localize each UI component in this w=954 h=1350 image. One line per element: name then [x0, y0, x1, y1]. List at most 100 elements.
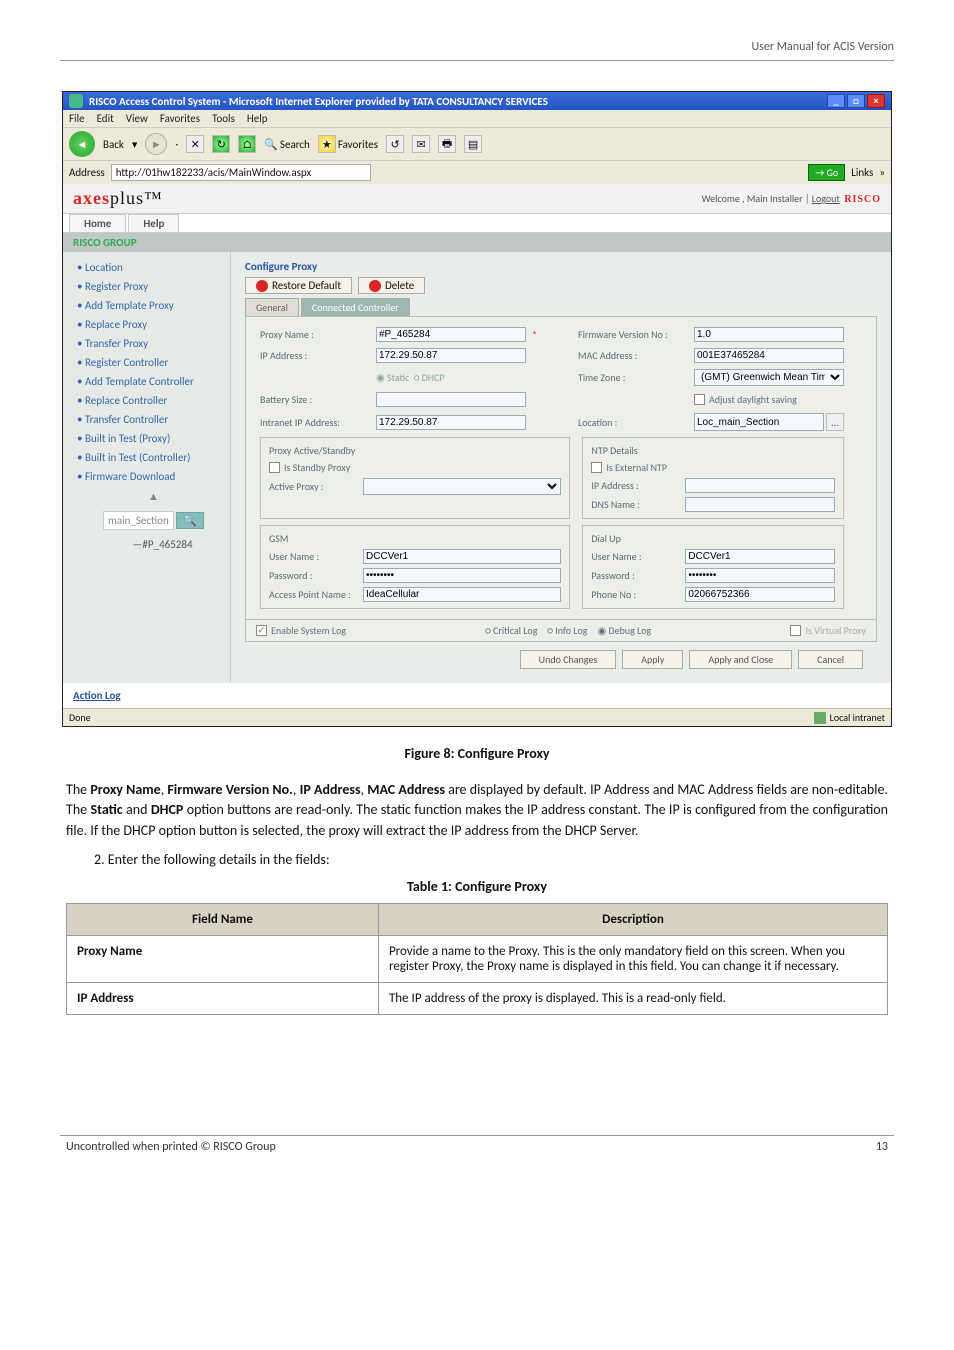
input-ntp-ip[interactable]: [685, 478, 835, 493]
sidebar-item-bit-proxy[interactable]: Built in Test (Proxy): [77, 429, 230, 448]
back-dropdown-icon[interactable]: ▾: [132, 138, 138, 151]
is-standby-checkbox[interactable]: Is Standby Proxy: [269, 461, 561, 474]
select-active-proxy[interactable]: [363, 478, 561, 495]
tab-help[interactable]: Help: [128, 214, 179, 232]
adjust-daylight-checkbox[interactable]: Adjust daylight saving: [694, 393, 844, 406]
action-log-link[interactable]: Action Log: [73, 689, 121, 702]
delete-button[interactable]: Delete: [358, 277, 425, 294]
adjust-label: Adjust daylight saving: [709, 393, 797, 406]
app-banner: axesplus™ Welcome , Main Installer | Log…: [63, 184, 891, 214]
address-input[interactable]: http://01hw182233/acis/MainWindow.aspx: [111, 164, 371, 181]
logo-part-a: axes: [73, 188, 110, 208]
go-button[interactable]: → Go: [808, 164, 845, 181]
sidebar-item-register-controller[interactable]: Register Controller: [77, 353, 230, 372]
search-button[interactable]: 🔍 Search: [264, 138, 310, 151]
label-dial-user: User Name :: [591, 550, 681, 563]
th-description: Description: [378, 903, 887, 935]
menu-tools[interactable]: Tools: [212, 112, 235, 125]
status-right: Local intranet: [830, 711, 885, 724]
input-intranet[interactable]: [376, 415, 526, 430]
menu-file[interactable]: File: [69, 112, 85, 125]
print-icon[interactable]: 🖶: [438, 135, 456, 153]
input-dns[interactable]: [685, 497, 835, 512]
refresh-icon[interactable]: ↻: [212, 135, 230, 153]
ntp-cb-icon: [591, 462, 602, 473]
label-dial-pass: Password :: [591, 569, 681, 582]
undo-button[interactable]: Undo Changes: [520, 650, 617, 669]
ie-menubar: File Edit View Favorites Tools Help: [63, 110, 891, 127]
input-proxy-name[interactable]: [376, 327, 526, 342]
edit-icon[interactable]: ▤: [464, 135, 482, 153]
forward-button[interactable]: ►: [145, 133, 167, 155]
sidebar-item-bit-controller[interactable]: Built in Test (Controller): [77, 448, 230, 467]
label-mac: MAC Address :: [578, 349, 688, 362]
subtab-general[interactable]: General: [245, 298, 299, 316]
sidebar-item-replace-controller[interactable]: Replace Controller: [77, 391, 230, 410]
label-gsm-user: User Name :: [269, 550, 359, 563]
brand-logo: RISCO: [844, 194, 881, 205]
cancel-button[interactable]: Cancel: [798, 650, 863, 669]
label-proxy-name: Proxy Name :: [260, 328, 370, 341]
home-icon[interactable]: ⌂: [238, 135, 256, 153]
sidebar-item-replace-proxy[interactable]: Replace Proxy: [77, 315, 230, 334]
back-button[interactable]: ◄: [69, 131, 95, 157]
sidebar-item-transfer-controller[interactable]: Transfer Controller: [77, 410, 230, 429]
links-label[interactable]: Links: [851, 166, 873, 179]
address-label: Address: [69, 166, 105, 179]
logout-link[interactable]: Logout: [812, 192, 840, 205]
input-dial-pass[interactable]: [685, 568, 835, 583]
tab-home[interactable]: Home: [69, 214, 126, 232]
window-maximize[interactable]: □: [847, 94, 865, 108]
input-battery[interactable]: [376, 392, 526, 407]
apply-close-button[interactable]: Apply and Close: [689, 650, 792, 669]
enable-log-checkbox[interactable]: Enable System Log: [256, 624, 346, 637]
log-info-label: Info Log: [555, 624, 587, 637]
menu-favorites[interactable]: Favorites: [160, 112, 200, 125]
page-header-right: User Manual for ACIS Version: [60, 40, 894, 54]
select-timezone[interactable]: (GMT) Greenwich Mean Tim: [694, 369, 844, 386]
label-dns: DNS Name :: [591, 498, 681, 511]
input-gsm-user[interactable]: [363, 549, 561, 564]
is-virtual-checkbox: Is Virtual Proxy: [790, 624, 866, 637]
stop-icon[interactable]: ✕: [186, 135, 204, 153]
input-dial-phone[interactable]: [685, 587, 835, 602]
th-field-name: Field Name: [67, 903, 379, 935]
apply-button[interactable]: Apply: [622, 650, 683, 669]
logo-tm: ™: [144, 188, 163, 208]
menu-edit[interactable]: Edit: [97, 112, 114, 125]
main-tabs: Home Help: [63, 214, 891, 233]
sidebar-item-register-proxy[interactable]: Register Proxy: [77, 277, 230, 296]
sidebar-item-add-template-proxy[interactable]: Add Template Proxy: [77, 296, 230, 315]
log-debug-label: Debug Log: [608, 624, 651, 637]
figure-caption: Figure 8: Configure Proxy: [60, 745, 894, 762]
input-dial-user[interactable]: [685, 549, 835, 564]
subtab-connected[interactable]: Connected Controller: [301, 298, 410, 316]
mail-icon[interactable]: ✉: [412, 135, 430, 153]
tree-search-icon[interactable]: 🔍: [176, 512, 204, 529]
sidebar-item-location[interactable]: Location: [77, 258, 230, 277]
input-location[interactable]: [694, 413, 824, 431]
input-gsm-pass[interactable]: [363, 568, 561, 583]
sidebar-item-add-template-controller[interactable]: Add Template Controller: [77, 372, 230, 391]
window-close[interactable]: ×: [867, 94, 885, 108]
virtual-cb-icon: [790, 625, 801, 636]
location-browse-button[interactable]: …: [826, 413, 844, 431]
menu-help[interactable]: Help: [247, 112, 268, 125]
menu-view[interactable]: View: [126, 112, 148, 125]
delete-icon: [369, 280, 381, 292]
enable-log-cb-icon: [256, 625, 267, 636]
log-level-radios[interactable]: ○ Critical Log ○ Info Log ◉ Debug Log: [485, 624, 651, 637]
input-gsm-apn[interactable]: [363, 587, 561, 602]
tree-node[interactable]: main_Section: [103, 511, 174, 530]
app-logo: axesplus™: [73, 188, 163, 209]
configure-proxy-title: Configure Proxy: [245, 260, 877, 273]
favorites-button[interactable]: ★ Favorites: [318, 135, 378, 153]
window-minimize[interactable]: _: [827, 94, 845, 108]
is-ext-ntp-checkbox[interactable]: Is External NTP: [591, 461, 835, 474]
adjust-cb-icon: [694, 394, 705, 405]
tree-leaf[interactable]: —#P_465284: [77, 534, 230, 555]
restore-default-button[interactable]: Restore Default: [245, 277, 352, 294]
sidebar-item-transfer-proxy[interactable]: Transfer Proxy: [77, 334, 230, 353]
sidebar-item-firmware[interactable]: Firmware Download: [77, 467, 230, 486]
history-icon[interactable]: ↺: [386, 135, 404, 153]
